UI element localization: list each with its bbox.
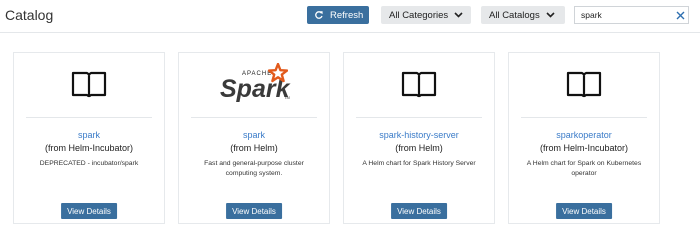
book-icon [14,59,164,109]
card-title-link[interactable]: spark [179,130,329,140]
header-divider [0,32,700,33]
page-title: Catalog [5,7,54,23]
view-details-button[interactable]: View Details [391,203,447,219]
apache-spark-logo: APACHE Spark TM [179,59,329,109]
card-title-link[interactable]: sparkoperator [509,130,659,140]
chevron-down-icon [546,10,555,21]
refresh-button[interactable]: Refresh [307,6,369,24]
catalog-card: spark-history-server (from Helm) A Helm … [343,52,495,224]
catalog-card: sparkoperator (from Helm-Incubator) A He… [508,52,660,224]
card-description: A Helm chart for Spark on Kubernetes ope… [526,160,642,177]
chevron-down-icon [454,10,463,21]
card-title-link[interactable]: spark [14,130,164,140]
card-source: (from Helm) [230,143,278,153]
card-source: (from Helm-Incubator) [539,143,629,153]
trademark-mark: TM [284,95,290,100]
catalog-dropdown-label: All Catalogs [489,9,540,21]
view-details-button[interactable]: View Details [61,203,117,219]
category-dropdown[interactable]: All Categories [381,6,471,24]
catalog-card: APACHE Spark TM spark (from Helm) Fast a… [178,52,330,224]
search-value: spark [581,10,602,20]
search-input[interactable]: spark [574,6,689,24]
card-title-link[interactable]: spark-history-server [344,130,494,140]
view-details-button[interactable]: View Details [226,203,282,219]
close-icon[interactable] [672,11,688,20]
card-divider [356,117,482,118]
card-divider [191,117,317,118]
card-source: (from Helm) [395,143,443,153]
catalog-dropdown[interactable]: All Catalogs [481,6,565,24]
category-dropdown-label: All Categories [389,9,449,21]
book-icon [509,59,659,109]
book-icon [344,59,494,109]
catalog-card: spark (from Helm-Incubator) DEPRECATED -… [13,52,165,224]
refresh-label: Refresh [330,9,364,21]
card-description: A Helm chart for Spark History Server [362,160,476,167]
refresh-icon [314,10,324,20]
card-description: Fast and general-purpose cluster computi… [204,160,304,177]
card-source: (from Helm-Incubator) [44,143,134,153]
catalog-header: Catalog Refresh All Categories All Catal… [0,0,700,32]
card-divider [26,117,152,118]
spark-star-icon [268,63,288,83]
view-details-button[interactable]: View Details [556,203,612,219]
card-description: DEPRECATED - incubator/spark [39,160,139,167]
card-divider [521,117,647,118]
